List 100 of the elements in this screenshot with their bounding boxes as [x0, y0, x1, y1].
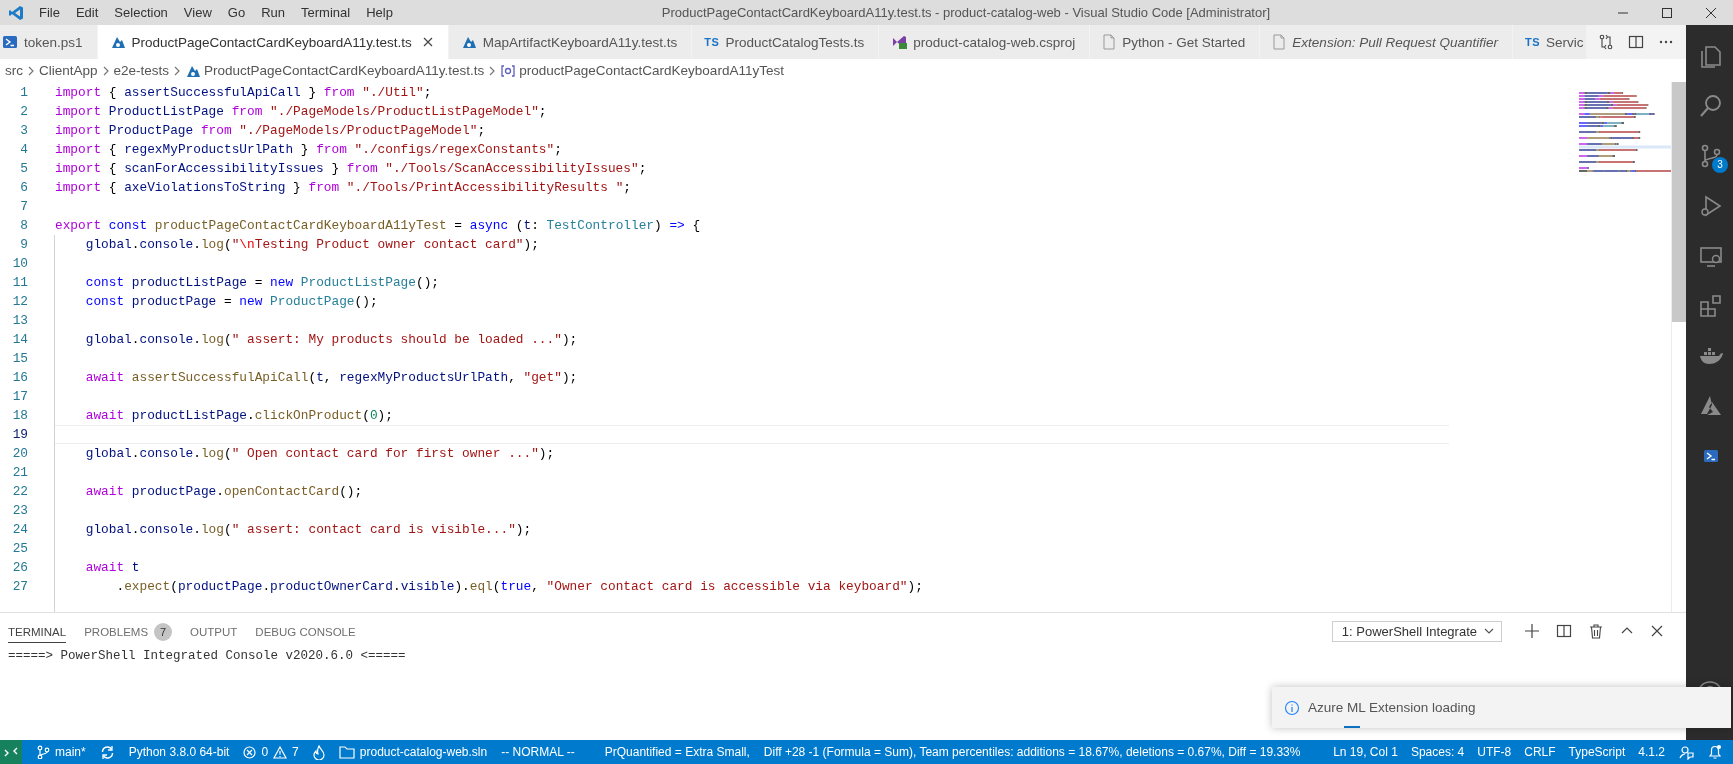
editor-tab[interactable]: Python - Get Started: [1090, 25, 1261, 59]
file-type-icon: [891, 34, 908, 50]
status-item[interactable]: Diff +28 -1 (Formula = Sum), Team percentiles: additions = 18.67%, deletions = 0.67%, Diff = 19.33%: [763, 745, 1301, 759]
status-item[interactable]: PrQuantified = Extra Small,: [604, 745, 750, 759]
file-type-label: TS: [1525, 36, 1541, 48]
editor-tab[interactable]: TS ProductCatalogTests.ts: [692, 25, 880, 59]
status-item[interactable]: [1678, 744, 1694, 760]
breadcrumb-item[interactable]: ProductPageContactCardKeyboardA11y.test.ts: [204, 63, 485, 78]
maximize-icon[interactable]: [1661, 6, 1673, 19]
close-icon[interactable]: [1650, 624, 1664, 638]
panel-tab[interactable]: TERMINAL: [8, 619, 67, 643]
editor-tab[interactable]: Extension: Pull Request Quantifier: [1260, 25, 1513, 59]
close-icon[interactable]: [421, 36, 434, 48]
panel-tab[interactable]: OUTPUT: [190, 619, 238, 643]
split-editor-icon[interactable]: [1628, 34, 1644, 50]
panel-tab[interactable]: PROBLEMS 7: [84, 616, 173, 646]
line-number: 20: [11, 445, 28, 463]
line-number: 27: [11, 578, 28, 596]
search-icon[interactable]: [1697, 93, 1724, 119]
sync-icon: [99, 744, 115, 760]
line-number: 19: [11, 426, 28, 444]
progress-indicator: [1344, 726, 1360, 728]
symbol-icon: [500, 62, 517, 79]
file-icon: [1102, 34, 1117, 50]
compare-changes-icon[interactable]: [1598, 34, 1614, 50]
code-line: global.console.log(" Open contact card for first owner ...");: [84, 445, 556, 463]
breadcrumb-item[interactable]: ClientApp: [39, 63, 98, 78]
scrollbar-thumb[interactable]: [1672, 82, 1686, 322]
feedback-icon: [1678, 744, 1694, 760]
status-item[interactable]: Ln 19, Col 1: [1333, 745, 1398, 759]
count-badge: 3: [1712, 157, 1728, 173]
split-terminal-icon[interactable]: [1556, 623, 1572, 639]
prompt-icon[interactable]: [1702, 448, 1719, 464]
file-icon: [1272, 34, 1287, 50]
status-item[interactable]: main*: [36, 745, 86, 759]
status-item[interactable]: [312, 744, 325, 760]
code-line: global.console.log(" assert: My products should be loaded ...");: [84, 331, 579, 349]
line-number: 12: [11, 293, 28, 311]
menu-item[interactable]: Go: [219, 5, 254, 20]
code-line: import { assertSuccessfulApiCall } from "./Util";: [55, 84, 433, 102]
editor-tab[interactable]: TS Servic: [1513, 25, 1586, 59]
terminal-line: =====> PowerShell Integrated Console v2020.6.0 <=====: [8, 649, 407, 663]
panel-tab[interactable]: DEBUG CONSOLE: [255, 619, 356, 643]
editor-tab[interactable]: MapArtifactKeyboardA11y.test.ts: [448, 25, 693, 59]
bell-icon: [1707, 744, 1723, 760]
close-icon[interactable]: [1705, 6, 1717, 19]
code-line: .expect(productPage.productOwnerCard.visible).eql(true, "Owner contact card is accessible via keyboard");: [115, 578, 924, 596]
error-icon: [243, 745, 257, 759]
remote-icon: [4, 745, 18, 759]
breadcrumb-item[interactable]: src: [5, 63, 23, 78]
remote-button[interactable]: [0, 740, 22, 764]
line-number: 4: [19, 141, 28, 159]
status-item[interactable]: CRLF: [1524, 745, 1556, 759]
code-line: import { axeViolationsToString } from "./Tools/PrintAccessibilityResults ";: [55, 179, 632, 197]
line-number: 5: [19, 160, 28, 178]
code-line: global.console.log(" assert: contact card is visible...");: [84, 521, 533, 539]
status-item[interactable]: [1707, 744, 1723, 760]
folder-icon: [338, 745, 355, 759]
breadcrumb-item[interactable]: e2e-tests: [113, 63, 170, 78]
flame-icon: [312, 744, 325, 760]
menu-item[interactable]: Run: [253, 5, 293, 20]
code-line: await productPage.openContactCard();: [84, 483, 364, 501]
terminal-dropdown[interactable]: 1: PowerShell Integrate: [1331, 620, 1502, 642]
prompt-icon: [2, 34, 18, 50]
menu-item[interactable]: Terminal: [293, 5, 359, 20]
status-item[interactable]: 0 7: [243, 745, 299, 759]
plus-icon[interactable]: [1524, 623, 1540, 639]
info-icon: [1284, 699, 1300, 716]
line-number: 2: [19, 103, 28, 121]
code-line: import ProductListPage from "./PageModels/ProductListPageModel";: [55, 103, 548, 121]
status-item[interactable]: [99, 744, 115, 760]
line-number: 3: [19, 122, 28, 140]
code-line: import ProductPage from "./PageModels/ProductPageModel";: [55, 122, 487, 140]
warning-icon: [273, 745, 288, 759]
trash-icon[interactable]: [1588, 623, 1604, 639]
status-item[interactable]: UTF-8: [1477, 745, 1512, 759]
status-item[interactable]: product-catalog-web.sln: [338, 745, 488, 759]
status-item[interactable]: Python 3.8.0 64-bit: [128, 745, 230, 759]
line-number: 13: [11, 312, 28, 330]
line-number: 21: [11, 464, 28, 482]
menu-item[interactable]: View: [175, 5, 220, 20]
menu-item[interactable]: File: [31, 5, 68, 20]
status-item[interactable]: -- NORMAL --: [501, 745, 575, 759]
extensions-icon[interactable]: [1697, 293, 1724, 319]
line-number: 22: [11, 483, 28, 501]
editor-tab[interactable]: ProductPageContactCardKeyboardA11y.test.ts: [97, 25, 449, 59]
minimap-drawing[interactable]: [1579, 92, 1671, 173]
editor-tab[interactable]: token.ps1: [0, 25, 98, 59]
line-number: 26: [11, 559, 28, 577]
line-number: 6: [19, 179, 28, 197]
line-number: 11: [11, 274, 28, 292]
status-item[interactable]: TypeScript: [1568, 745, 1626, 759]
menu-item[interactable]: Edit: [67, 5, 107, 20]
status-item[interactable]: 4.1.2: [1638, 745, 1665, 759]
menu-item[interactable]: Help: [358, 5, 401, 20]
breadcrumb-item[interactable]: productPageContactCardKeyboardA11yTest: [519, 63, 784, 78]
status-item[interactable]: Spaces: 4: [1410, 745, 1465, 759]
editor-tab[interactable]: product-catalog-web.csproj: [879, 25, 1091, 59]
line-number: 23: [11, 502, 28, 520]
menu-item[interactable]: Selection: [106, 5, 176, 20]
